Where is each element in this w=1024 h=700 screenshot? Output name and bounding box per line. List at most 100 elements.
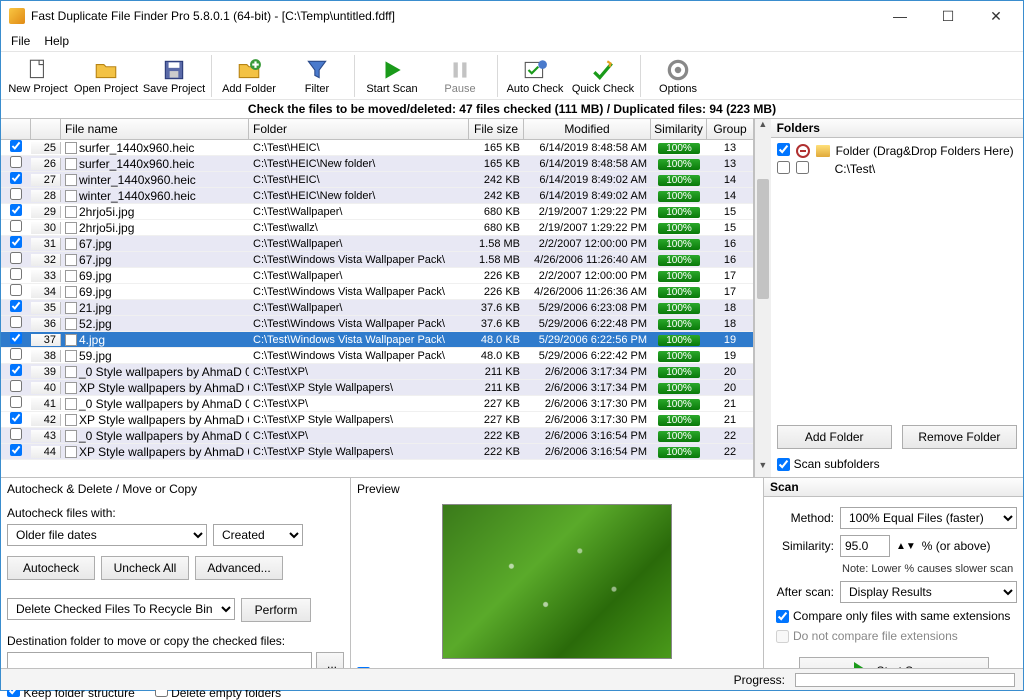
file-icon bbox=[65, 382, 77, 394]
table-row[interactable]: 39_0 Style wallpapers by AhmaD 003.jpgC:… bbox=[1, 364, 753, 380]
table-row[interactable]: 44XP Style wallpapers by AhmaD 005.jpgC:… bbox=[1, 444, 753, 460]
file-icon bbox=[65, 190, 77, 202]
table-row[interactable]: 3167.jpgC:\Test\Wallpaper\1.58 MB2/2/200… bbox=[1, 236, 753, 252]
table-row[interactable]: 42XP Style wallpapers by AhmaD 004.jpgC:… bbox=[1, 412, 753, 428]
row-checkbox[interactable] bbox=[10, 284, 22, 296]
table-row[interactable]: 302hrjo5i.jpgC:\Test\wallz\680 KB2/19/20… bbox=[1, 220, 753, 236]
row-checkbox[interactable] bbox=[10, 172, 22, 184]
row-checkbox[interactable] bbox=[10, 252, 22, 264]
row-checkbox[interactable] bbox=[10, 268, 22, 280]
file-icon bbox=[65, 334, 77, 346]
file-icon bbox=[65, 270, 77, 282]
open-project-button[interactable]: Open Project bbox=[73, 55, 139, 97]
save-project-button[interactable]: Save Project bbox=[141, 55, 207, 97]
file-icon bbox=[65, 318, 77, 330]
folder-include-checkbox[interactable] bbox=[777, 161, 790, 174]
delete-action-select[interactable]: Delete Checked Files To Recycle Bin bbox=[7, 598, 235, 620]
folder-exclude-checkbox[interactable] bbox=[796, 161, 809, 174]
menu-help[interactable]: Help bbox=[44, 34, 69, 48]
row-checkbox[interactable] bbox=[10, 444, 22, 456]
row-checkbox[interactable] bbox=[10, 364, 22, 376]
file-table[interactable]: 25surfer_1440x960.heicC:\Test\HEIC\165 K… bbox=[1, 140, 753, 477]
after-scan-select[interactable]: Display Results bbox=[840, 581, 1017, 603]
table-row[interactable]: 3652.jpgC:\Test\Windows Vista Wallpaper … bbox=[1, 316, 753, 332]
table-row[interactable]: 292hrjo5i.jpgC:\Test\Wallpaper\680 KB2/1… bbox=[1, 204, 753, 220]
progress-bar bbox=[795, 673, 1015, 687]
table-row[interactable]: 28winter_1440x960.heicC:\Test\HEIC\New f… bbox=[1, 188, 753, 204]
row-checkbox[interactable] bbox=[10, 412, 22, 424]
add-folder-button[interactable]: Add Folder bbox=[216, 55, 282, 97]
row-checkbox[interactable] bbox=[10, 156, 22, 168]
autocheck-criteria-select[interactable]: Older file dates bbox=[7, 524, 207, 546]
remove-folder-btn[interactable]: Remove Folder bbox=[902, 425, 1017, 449]
table-row[interactable]: 41_0 Style wallpapers by AhmaD 004.jpgC:… bbox=[1, 396, 753, 412]
maximize-button[interactable]: ☐ bbox=[933, 8, 963, 25]
no-compare-ext-checkbox bbox=[776, 630, 789, 643]
new-project-button[interactable]: New Project bbox=[5, 55, 71, 97]
row-checkbox[interactable] bbox=[10, 188, 22, 200]
table-row[interactable]: 3859.jpgC:\Test\Windows Vista Wallpaper … bbox=[1, 348, 753, 364]
preview-image bbox=[442, 504, 672, 659]
advanced-btn[interactable]: Advanced... bbox=[195, 556, 283, 580]
scan-title: Scan bbox=[764, 478, 1023, 497]
minimize-button[interactable]: — bbox=[885, 8, 915, 25]
table-row[interactable]: 27winter_1440x960.heicC:\Test\HEIC\242 K… bbox=[1, 172, 753, 188]
no-entry-icon bbox=[796, 144, 810, 158]
row-checkbox[interactable] bbox=[10, 236, 22, 248]
file-icon bbox=[65, 366, 77, 378]
table-row[interactable]: 40XP Style wallpapers by AhmaD 003.jpgC:… bbox=[1, 380, 753, 396]
row-checkbox[interactable] bbox=[10, 348, 22, 360]
row-checkbox[interactable] bbox=[10, 140, 22, 152]
file-icon bbox=[65, 446, 77, 458]
file-icon bbox=[65, 286, 77, 298]
row-checkbox[interactable] bbox=[10, 380, 22, 392]
folder-include-checkbox[interactable] bbox=[777, 143, 790, 156]
folder-icon bbox=[816, 145, 830, 157]
filter-button[interactable]: Filter bbox=[284, 55, 350, 97]
table-row[interactable]: 43_0 Style wallpapers by AhmaD 005.jpgC:… bbox=[1, 428, 753, 444]
add-folder-btn[interactable]: Add Folder bbox=[777, 425, 892, 449]
menu-file[interactable]: File bbox=[11, 34, 30, 48]
uncheck-all-btn[interactable]: Uncheck All bbox=[101, 556, 189, 580]
quick-check-button[interactable]: Quick Check bbox=[570, 55, 636, 97]
folder-row[interactable]: C:\Test\ bbox=[775, 160, 1019, 178]
autocheck-date-select[interactable]: Created bbox=[213, 524, 303, 546]
row-checkbox[interactable] bbox=[10, 300, 22, 312]
table-row[interactable]: 25surfer_1440x960.heicC:\Test\HEIC\165 K… bbox=[1, 140, 753, 156]
table-row[interactable]: 374.jpgC:\Test\Windows Vista Wallpaper P… bbox=[1, 332, 753, 348]
method-select[interactable]: 100% Equal Files (faster) bbox=[840, 507, 1017, 529]
row-checkbox[interactable] bbox=[10, 428, 22, 440]
row-checkbox[interactable] bbox=[10, 332, 22, 344]
row-checkbox[interactable] bbox=[10, 204, 22, 216]
vertical-scrollbar[interactable]: ▲▼ bbox=[754, 119, 771, 477]
table-row[interactable]: 26surfer_1440x960.heicC:\Test\HEIC\New f… bbox=[1, 156, 753, 172]
file-icon bbox=[65, 254, 77, 266]
file-icon bbox=[65, 238, 77, 250]
close-button[interactable]: ✕ bbox=[981, 8, 1011, 25]
similarity-input[interactable] bbox=[840, 535, 890, 557]
table-row[interactable]: 3369.jpgC:\Test\Wallpaper\226 KB2/2/2007… bbox=[1, 268, 753, 284]
row-checkbox[interactable] bbox=[10, 396, 22, 408]
row-checkbox[interactable] bbox=[10, 316, 22, 328]
compare-ext-checkbox[interactable] bbox=[776, 610, 789, 623]
file-icon bbox=[65, 142, 77, 154]
file-icon bbox=[65, 158, 77, 170]
perform-btn[interactable]: Perform bbox=[241, 598, 311, 622]
table-header: File name Folder File size Modified Simi… bbox=[1, 119, 753, 140]
table-row[interactable]: 3521.jpgC:\Test\Wallpaper\37.6 KB5/29/20… bbox=[1, 300, 753, 316]
autocheck-title: Autocheck & Delete / Move or Copy bbox=[7, 480, 344, 498]
start-scan-button[interactable]: Start Scan bbox=[359, 55, 425, 97]
auto-check-button[interactable]: Auto Check bbox=[502, 55, 568, 97]
pause-button[interactable]: Pause bbox=[427, 55, 493, 97]
progress-label: Progress: bbox=[734, 673, 785, 687]
file-icon bbox=[65, 206, 77, 218]
file-icon bbox=[65, 350, 77, 362]
window-title: Fast Duplicate File Finder Pro 5.8.0.1 (… bbox=[31, 9, 885, 23]
table-row[interactable]: 3267.jpgC:\Test\Windows Vista Wallpaper … bbox=[1, 252, 753, 268]
options-button[interactable]: Options bbox=[645, 55, 711, 97]
table-row[interactable]: 3469.jpgC:\Test\Windows Vista Wallpaper … bbox=[1, 284, 753, 300]
autocheck-btn[interactable]: Autocheck bbox=[7, 556, 95, 580]
scan-subfolders-checkbox[interactable] bbox=[777, 458, 790, 471]
row-checkbox[interactable] bbox=[10, 220, 22, 232]
file-icon bbox=[65, 430, 77, 442]
